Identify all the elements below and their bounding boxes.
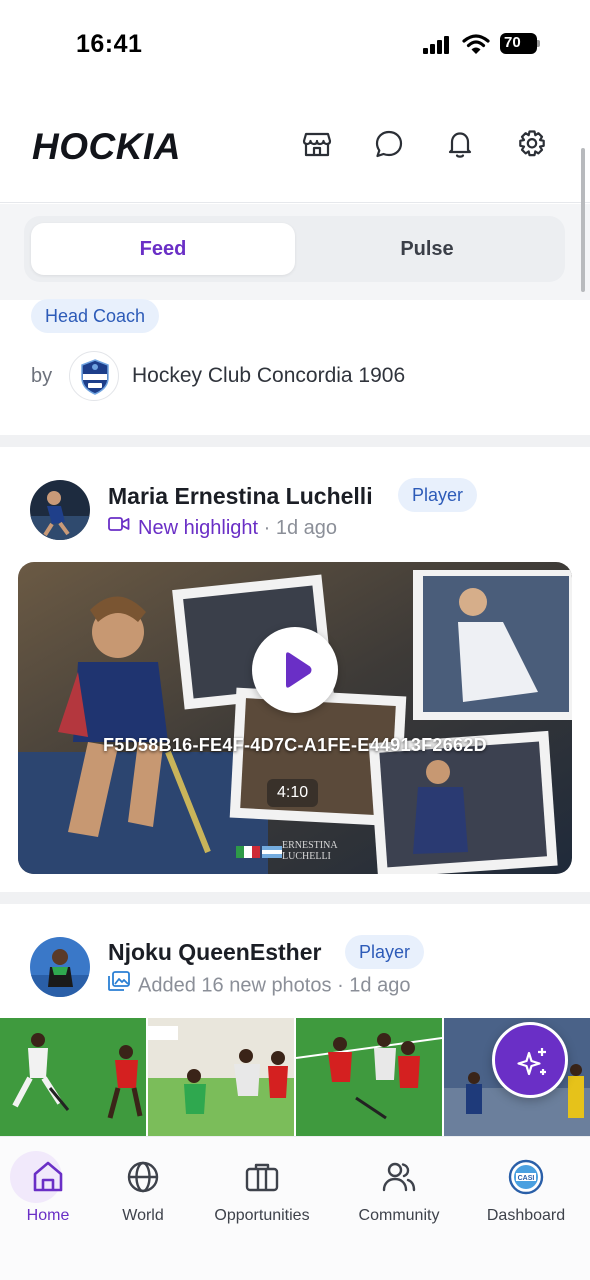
tab-pulse[interactable]: Pulse (295, 223, 559, 275)
status-bar: 16:41 70 (0, 0, 590, 90)
segmented-control: Feed Pulse (24, 216, 565, 282)
store-icon[interactable] (301, 128, 333, 160)
ai-assistant-button[interactable] (492, 1022, 568, 1098)
role-chip: Head Coach (31, 299, 160, 333)
app-header: HOCKIA (0, 90, 590, 203)
wifi-icon (462, 33, 490, 55)
avatar[interactable] (30, 937, 90, 997)
battery-icon: 70 (500, 33, 540, 54)
section-divider (0, 892, 590, 904)
club-name[interactable]: Hockey Club Concordia 1906 (132, 364, 405, 388)
chat-icon[interactable] (373, 128, 405, 160)
post-time: · 1d ago (337, 974, 411, 997)
highlight-video[interactable]: F5D58B16-FE4F-4D7C-A1FE-E44913F2662D 4:1… (18, 562, 572, 874)
photo-thumbnail[interactable] (0, 1018, 146, 1136)
tab-feed[interactable]: Feed (31, 223, 295, 275)
avatar[interactable] (30, 480, 90, 540)
post-meta: Added 16 new photos · 1d ago (108, 971, 411, 999)
nav-label: Dashboard (486, 1207, 566, 1224)
briefcase-icon (245, 1163, 279, 1192)
video-title: F5D58B16-FE4F-4D7C-A1FE-E44913F2662D (103, 735, 487, 755)
users-icon (382, 1162, 416, 1192)
feed-tabs-bar: Feed Pulse (0, 204, 590, 300)
video-watermark: ERNESTINA LUCHELLI (282, 840, 338, 862)
battery-level: 70 (504, 34, 521, 51)
role-chip: Player (345, 935, 425, 969)
video-duration: 4:10 (267, 779, 319, 807)
post-action: New highlight (138, 517, 259, 539)
scrollbar[interactable] (581, 148, 585, 292)
photos-icon (108, 971, 130, 997)
cellular-signal-icon (423, 36, 451, 54)
role-chip: Player (398, 478, 478, 512)
bottom-nav: Home World Opportunities Community CASI … (0, 1136, 590, 1280)
status-time: 16:41 (76, 30, 143, 58)
nav-label: World (122, 1207, 164, 1224)
post-meta: New highlight · 1d ago (108, 517, 337, 540)
photo-thumbnail[interactable] (296, 1018, 442, 1136)
photo-thumbnail[interactable] (148, 1018, 294, 1136)
nav-label: Community (358, 1207, 440, 1224)
app-logo: HOCKIA (32, 126, 181, 167)
video-camera-icon (108, 515, 130, 538)
nav-label: Opportunities (214, 1207, 310, 1224)
bell-icon[interactable] (444, 128, 476, 160)
nav-community[interactable]: Community (339, 1159, 459, 1225)
post-author[interactable]: Maria Ernestina Luchelli (108, 483, 373, 510)
post-action: Added 16 new photos (138, 974, 332, 997)
play-icon (286, 652, 312, 688)
play-button[interactable] (252, 627, 338, 713)
section-divider (0, 435, 590, 447)
nav-dashboard[interactable]: CASI Dashboard (466, 1159, 586, 1225)
gear-icon[interactable] (516, 128, 548, 160)
sparkle-icon (517, 1048, 546, 1076)
nav-opportunities[interactable]: Opportunities (202, 1159, 322, 1225)
club-badge-icon: CASI (508, 1159, 544, 1195)
home-icon (33, 1161, 63, 1192)
nav-world[interactable]: World (83, 1159, 203, 1225)
post-author[interactable]: Njoku QueenEsther (108, 939, 321, 966)
video-thumbnail (18, 562, 572, 874)
club-logo[interactable] (69, 351, 119, 401)
globe-icon (127, 1161, 159, 1193)
svg-text:CASI: CASI (518, 1175, 535, 1182)
by-label: by (31, 365, 53, 387)
post-time: · 1d ago (263, 517, 338, 539)
